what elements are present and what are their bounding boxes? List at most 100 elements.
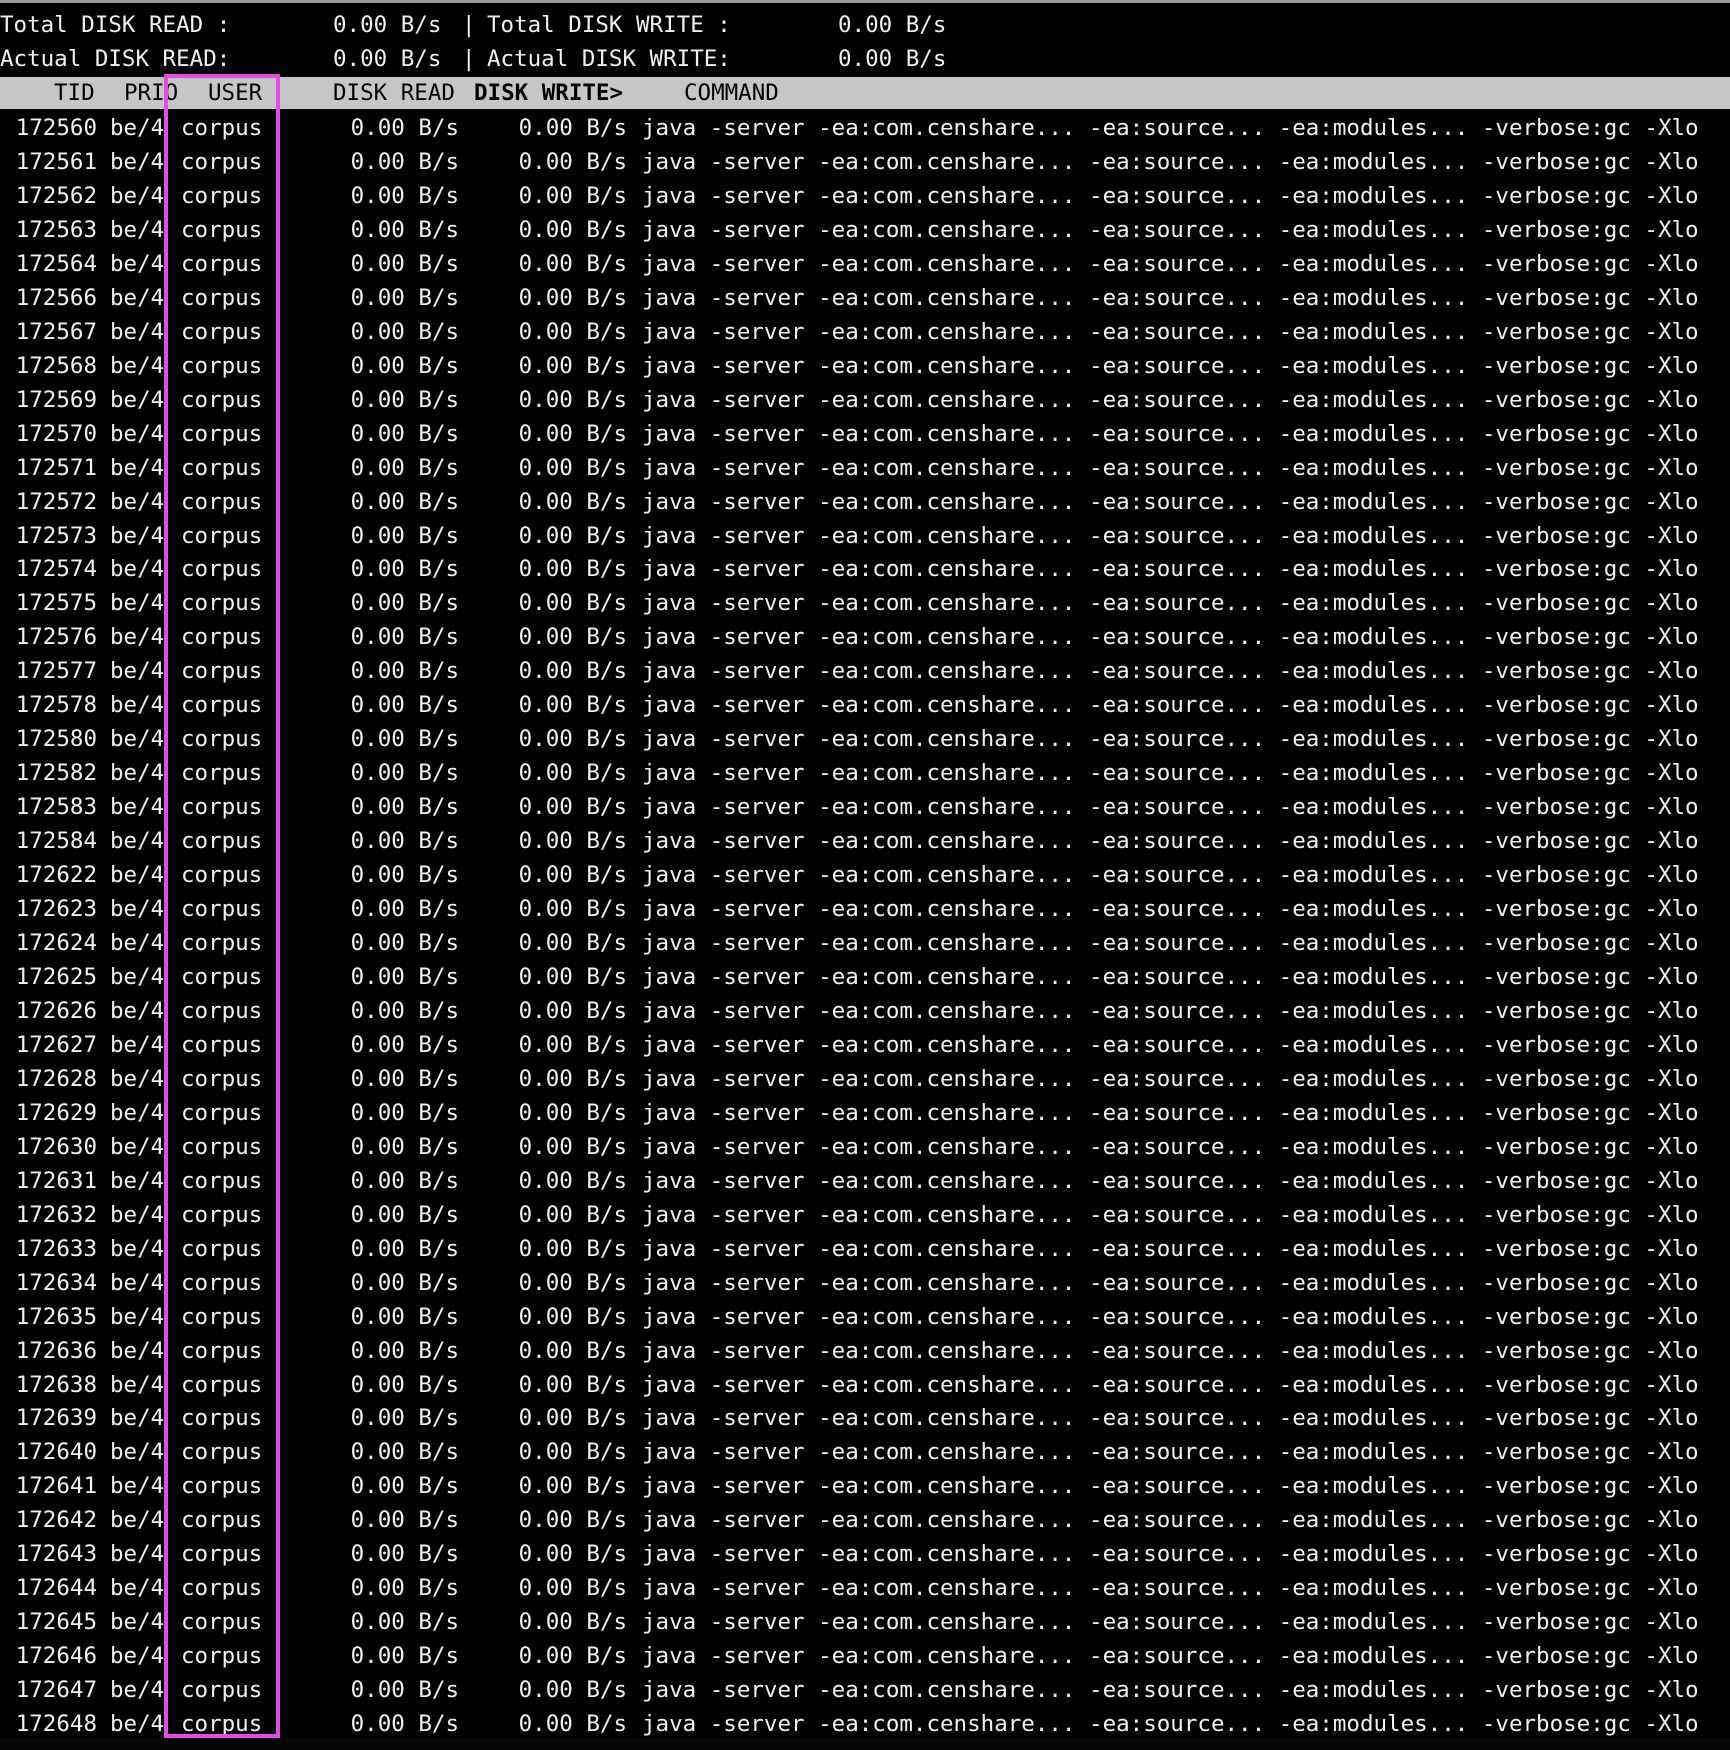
table-row[interactable]: 172562 be/4 corpus 0.00 B/s 0.00 B/s java -se…: [0, 179, 1730, 213]
table-row[interactable]: 172578 be/4 corpus 0.00 B/s 0.00 B/s java -se…: [0, 688, 1730, 722]
table-row[interactable]: 172628 be/4 corpus 0.00 B/s 0.00 B/s java -se…: [0, 1062, 1730, 1096]
table-row[interactable]: 172574 be/4 corpus 0.00 B/s 0.00 B/s java -se…: [0, 552, 1730, 586]
row-disk-write: 0.00 B/s: [518, 590, 627, 617]
row-user: corpus: [181, 1439, 263, 1466]
row-command: java -server -ea:com.censhare... -ea:sou…: [642, 1609, 1699, 1636]
table-row[interactable]: 172627 be/4 corpus 0.00 B/s 0.00 B/s java -se…: [0, 1028, 1730, 1062]
row-disk-read: 0.00 B/s: [350, 1065, 459, 1092]
table-row[interactable]: 172625 be/4 corpus 0.00 B/s 0.00 B/s java -se…: [0, 960, 1730, 994]
row-tid: 172567: [15, 318, 97, 345]
table-row[interactable]: 172576 be/4 corpus 0.00 B/s 0.00 B/s java -se…: [0, 620, 1730, 654]
table-row[interactable]: 172629 be/4 corpus 0.00 B/s 0.00 B/s java -se…: [0, 1096, 1730, 1130]
row-tid: 172631: [15, 1167, 97, 1194]
table-row[interactable]: 172645 be/4 corpus 0.00 B/s 0.00 B/s java -se…: [0, 1605, 1730, 1639]
row-prio: be/4: [110, 1643, 165, 1670]
row-disk-read: 0.00 B/s: [350, 1337, 459, 1364]
column-header-prio[interactable]: PRIO: [124, 77, 178, 109]
column-header-user[interactable]: USER: [208, 77, 262, 109]
row-disk-read: 0.00 B/s: [350, 1473, 459, 1500]
row-command: java -server -ea:com.censhare... -ea:sou…: [642, 1065, 1699, 1092]
table-row[interactable]: 172575 be/4 corpus 0.00 B/s 0.00 B/s java -se…: [0, 586, 1730, 620]
row-tid: 172629: [15, 1099, 97, 1126]
row-tid: 172640: [15, 1439, 97, 1466]
table-row[interactable]: 172582 be/4 corpus 0.00 B/s 0.00 B/s java -se…: [0, 756, 1730, 790]
table-row[interactable]: 172623 be/4 corpus 0.00 B/s 0.00 B/s java -se…: [0, 892, 1730, 926]
table-row[interactable]: 172560 be/4 corpus 0.00 B/s 0.00 B/s java -se…: [0, 111, 1730, 145]
table-row[interactable]: 172561 be/4 corpus 0.00 B/s 0.00 B/s java -se…: [0, 145, 1730, 179]
table-row[interactable]: 172636 be/4 corpus 0.00 B/s 0.00 B/s java -se…: [0, 1334, 1730, 1368]
table-row[interactable]: 172580 be/4 corpus 0.00 B/s 0.00 B/s java -se…: [0, 722, 1730, 756]
row-prio: be/4: [110, 1065, 165, 1092]
column-header-disk-write[interactable]: DISK WRITE>: [474, 77, 623, 109]
table-row[interactable]: 172567 be/4 corpus 0.00 B/s 0.00 B/s java -se…: [0, 315, 1730, 349]
table-row[interactable]: 172646 be/4 corpus 0.00 B/s 0.00 B/s java -se…: [0, 1639, 1730, 1673]
table-row[interactable]: 172638 be/4 corpus 0.00 B/s 0.00 B/s java -se…: [0, 1368, 1730, 1402]
table-row[interactable]: 172583 be/4 corpus 0.00 B/s 0.00 B/s java -se…: [0, 790, 1730, 824]
row-tid: 172638: [15, 1371, 97, 1398]
row-disk-write: 0.00 B/s: [518, 488, 627, 515]
row-command: java -server -ea:com.censhare... -ea:sou…: [642, 997, 1699, 1024]
table-row[interactable]: 172630 be/4 corpus 0.00 B/s 0.00 B/s java -se…: [0, 1130, 1730, 1164]
row-user: corpus: [181, 896, 263, 923]
table-row[interactable]: 172642 be/4 corpus 0.00 B/s 0.00 B/s java -se…: [0, 1503, 1730, 1537]
column-header-command[interactable]: COMMAND: [684, 77, 779, 109]
table-row[interactable]: 172584 be/4 corpus 0.00 B/s 0.00 B/s java -se…: [0, 824, 1730, 858]
table-row[interactable]: 172639 be/4 corpus 0.00 B/s 0.00 B/s java -se…: [0, 1401, 1730, 1435]
table-row[interactable]: 172566 be/4 corpus 0.00 B/s 0.00 B/s java -se…: [0, 281, 1730, 315]
table-row[interactable]: 172570 be/4 corpus 0.00 B/s 0.00 B/s java -se…: [0, 417, 1730, 451]
table-row[interactable]: 172648 be/4 corpus 0.00 B/s 0.00 B/s java -se…: [0, 1707, 1730, 1741]
column-header-disk-read[interactable]: DISK READ: [333, 77, 455, 109]
row-tid: 172639: [15, 1405, 97, 1432]
row-user: corpus: [181, 1031, 263, 1058]
row-user: corpus: [181, 1541, 263, 1568]
table-row[interactable]: 172647 be/4 corpus 0.00 B/s 0.00 B/s java -se…: [0, 1673, 1730, 1707]
row-disk-read: 0.00 B/s: [350, 828, 459, 855]
row-tid: 172564: [15, 250, 97, 277]
table-row[interactable]: 172564 be/4 corpus 0.00 B/s 0.00 B/s java -se…: [0, 247, 1730, 281]
table-row[interactable]: 172641 be/4 corpus 0.00 B/s 0.00 B/s java -se…: [0, 1469, 1730, 1503]
table-row[interactable]: 172577 be/4 corpus 0.00 B/s 0.00 B/s java -se…: [0, 654, 1730, 688]
row-disk-write: 0.00 B/s: [518, 997, 627, 1024]
row-user: corpus: [181, 590, 263, 617]
table-row[interactable]: 172563 be/4 corpus 0.00 B/s 0.00 B/s java -se…: [0, 213, 1730, 247]
row-user: corpus: [181, 964, 263, 990]
row-disk-write: 0.00 B/s: [518, 1371, 627, 1398]
row-disk-write: 0.00 B/s: [518, 148, 627, 175]
row-disk-read: 0.00 B/s: [350, 1575, 459, 1602]
row-tid: 172573: [15, 522, 97, 549]
table-row[interactable]: 172571 be/4 corpus 0.00 B/s 0.00 B/s java -se…: [0, 451, 1730, 485]
table-row[interactable]: 172569 be/4 corpus 0.00 B/s 0.00 B/s java -se…: [0, 383, 1730, 417]
row-prio: be/4: [110, 454, 165, 481]
row-user: corpus: [181, 148, 263, 175]
table-row[interactable]: 172631 be/4 corpus 0.00 B/s 0.00 B/s java -se…: [0, 1164, 1730, 1198]
row-prio: be/4: [110, 862, 165, 889]
table-row[interactable]: 172622 be/4 corpus 0.00 B/s 0.00 B/s java -se…: [0, 858, 1730, 892]
table-row[interactable]: 172632 be/4 corpus 0.00 B/s 0.00 B/s java -se…: [0, 1198, 1730, 1232]
table-row[interactable]: 172634 be/4 corpus 0.00 B/s 0.00 B/s java -se…: [0, 1266, 1730, 1300]
table-row[interactable]: 172572 be/4 corpus 0.00 B/s 0.00 B/s java -se…: [0, 485, 1730, 519]
table-row[interactable]: 172640 be/4 corpus 0.00 B/s 0.00 B/s java -se…: [0, 1435, 1730, 1469]
row-disk-read: 0.00 B/s: [350, 420, 459, 447]
table-row[interactable]: 172626 be/4 corpus 0.00 B/s 0.00 B/s java -se…: [0, 994, 1730, 1028]
table-row[interactable]: 172644 be/4 corpus 0.00 B/s 0.00 B/s java -se…: [0, 1571, 1730, 1605]
row-command: java -server -ea:com.censhare... -ea:sou…: [642, 1235, 1699, 1262]
row-tid: 172625: [15, 964, 97, 990]
row-disk-read: 0.00 B/s: [350, 1439, 459, 1466]
terminal-bottom-strip: [0, 1738, 1730, 1750]
table-row[interactable]: 172643 be/4 corpus 0.00 B/s 0.00 B/s java -se…: [0, 1537, 1730, 1571]
row-disk-write: 0.00 B/s: [518, 1167, 627, 1194]
row-command: java -server -ea:com.censhare... -ea:sou…: [642, 182, 1699, 209]
row-prio: be/4: [110, 1609, 165, 1636]
row-command: java -server -ea:com.censhare... -ea:sou…: [642, 1269, 1699, 1296]
row-disk-read: 0.00 B/s: [350, 1099, 459, 1126]
table-row[interactable]: 172573 be/4 corpus 0.00 B/s 0.00 B/s java -se…: [0, 519, 1730, 553]
table-row[interactable]: 172568 be/4 corpus 0.00 B/s 0.00 B/s java -se…: [0, 349, 1730, 383]
row-disk-write: 0.00 B/s: [518, 760, 627, 787]
row-tid: 172627: [15, 1031, 97, 1058]
row-user: corpus: [181, 386, 263, 413]
table-row[interactable]: 172633 be/4 corpus 0.00 B/s 0.00 B/s java -se…: [0, 1232, 1730, 1266]
table-row[interactable]: 172624 be/4 corpus 0.00 B/s 0.00 B/s java -se…: [0, 926, 1730, 960]
table-row[interactable]: 172635 be/4 corpus 0.00 B/s 0.00 B/s java -se…: [0, 1300, 1730, 1334]
column-header-tid[interactable]: TID: [54, 77, 95, 109]
row-command: java -server -ea:com.censhare... -ea:sou…: [642, 1167, 1699, 1194]
